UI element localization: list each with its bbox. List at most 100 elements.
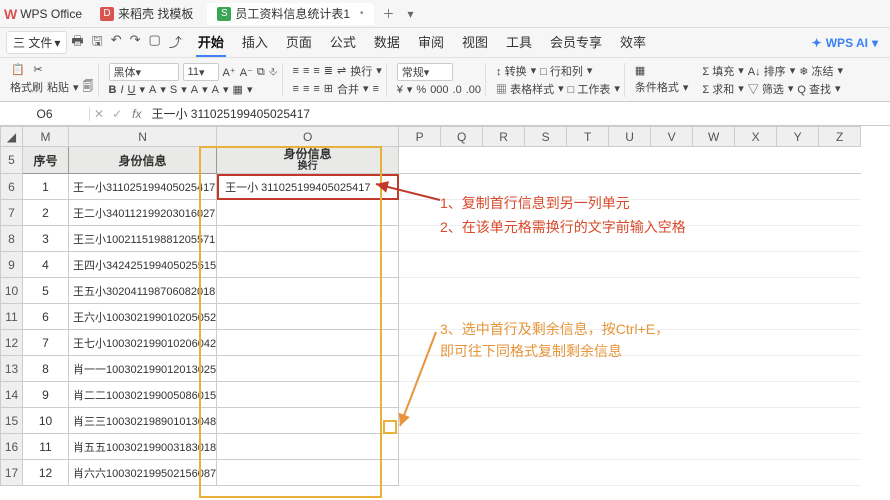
col-header[interactable]: V xyxy=(651,127,693,147)
clear-fmt-button[interactable]: ⧉ xyxy=(257,66,265,79)
tab-page[interactable]: 页面 xyxy=(284,28,314,57)
merge-label[interactable]: 合并 xyxy=(337,81,359,97)
row-header[interactable]: 5 xyxy=(1,147,23,174)
empty-cells[interactable] xyxy=(399,408,861,434)
tab-data[interactable]: 数据 xyxy=(372,28,402,57)
col-header[interactable]: S xyxy=(525,127,567,147)
merge-cells-button[interactable]: ⊞ xyxy=(324,82,333,95)
col-header[interactable]: T xyxy=(567,127,609,147)
col-header[interactable]: Y xyxy=(777,127,819,147)
row-header[interactable]: 9 xyxy=(1,252,23,278)
cond-format-icon[interactable]: ▦ xyxy=(635,64,645,77)
empty-cells[interactable] xyxy=(399,252,861,278)
header-info[interactable]: 身份信息 xyxy=(69,147,217,174)
table-style-button[interactable]: ▦ 表格样式 xyxy=(496,81,554,97)
percent-button[interactable]: % xyxy=(416,84,426,96)
tab-formula[interactable]: 公式 xyxy=(328,28,358,57)
italic-button[interactable]: I xyxy=(120,84,123,96)
cell-seq[interactable]: 1 xyxy=(23,174,69,200)
doc-tab-active[interactable]: S 员工资料信息统计表1 • xyxy=(207,3,373,25)
cell-info[interactable]: 肖六六100302199502156087 xyxy=(69,460,217,486)
tab-review[interactable]: 审阅 xyxy=(416,28,446,57)
redo-icon[interactable]: ↷ xyxy=(130,32,141,54)
orient-button[interactable]: ⇌ xyxy=(337,64,346,77)
align-center-button[interactable]: ≡ xyxy=(303,83,309,95)
number-format-select[interactable]: 常规 ▾ xyxy=(397,63,453,81)
cell-seq[interactable]: 10 xyxy=(23,408,69,434)
freeze-button[interactable]: ❄ 冻结 xyxy=(799,63,833,79)
bold-button[interactable]: B xyxy=(109,84,117,96)
row-header[interactable]: 11 xyxy=(1,304,23,330)
row-header[interactable]: 13 xyxy=(1,356,23,382)
row-header[interactable]: 16 xyxy=(1,434,23,460)
sort-button[interactable]: A↓ 排序 xyxy=(748,63,786,79)
tab-vip[interactable]: 会员专享 xyxy=(548,28,604,57)
row-header[interactable]: 15 xyxy=(1,408,23,434)
font-color-button[interactable]: A xyxy=(149,84,156,96)
print-icon[interactable]: 🖶 xyxy=(71,32,83,54)
name-box[interactable]: O6 xyxy=(0,107,90,121)
border-button[interactable]: ▦ xyxy=(233,83,243,96)
wps-ai-button[interactable]: ✦ WPS AI▾ xyxy=(812,36,878,50)
filter-button[interactable]: ▽ 筛选 xyxy=(748,81,784,97)
shrink-font-button[interactable]: A⁻ xyxy=(240,66,253,79)
cell-info-wrap[interactable] xyxy=(217,408,399,434)
cell-info[interactable]: 王四小342425199405025515 xyxy=(69,252,217,278)
col-header[interactable]: O xyxy=(217,127,399,147)
cell-seq[interactable]: 7 xyxy=(23,330,69,356)
formula-input[interactable]: 王一小 311025199405025417 xyxy=(147,105,890,122)
cell-info[interactable]: 王五小302041198706082018 xyxy=(69,278,217,304)
cell-info[interactable]: 王三小100211519881205571 xyxy=(69,226,217,252)
sum-button[interactable]: Σ 求和 xyxy=(702,81,734,97)
header-seq[interactable]: 序号 xyxy=(23,147,69,174)
cut-icon[interactable]: ✂ xyxy=(30,63,46,76)
wrap-button[interactable]: 换行 xyxy=(350,63,372,79)
row-header[interactable]: 17 xyxy=(1,460,23,486)
cell-info[interactable]: 王一小311025199405025417 xyxy=(69,174,217,200)
tab-insert[interactable]: 插入 xyxy=(240,28,270,57)
align-mid-button[interactable]: ≡ xyxy=(303,65,309,77)
copy-icon[interactable]: 🗐 xyxy=(83,78,94,97)
cell-seq[interactable]: 9 xyxy=(23,382,69,408)
cell-info[interactable]: 王七小100302199010206042 xyxy=(69,330,217,356)
cell-seq[interactable]: 3 xyxy=(23,226,69,252)
cancel-icon[interactable]: ✕ xyxy=(90,107,108,121)
dec-dec-button[interactable]: .00 xyxy=(466,84,481,96)
doc-tab-template[interactable]: D 来稻壳 找模板 xyxy=(90,3,203,25)
empty-cells[interactable] xyxy=(399,147,861,174)
indent-button[interactable]: ≣ xyxy=(324,64,333,77)
underline-button[interactable]: U xyxy=(128,84,136,96)
new-tab-button[interactable]: ＋ xyxy=(378,5,400,22)
rowcol-button[interactable]: □ 行和列 xyxy=(540,63,583,79)
tab-view[interactable]: 视图 xyxy=(460,28,490,57)
dec-inc-button[interactable]: .0 xyxy=(453,84,462,96)
col-header[interactable]: W xyxy=(693,127,735,147)
col-header[interactable]: Z xyxy=(819,127,861,147)
thousand-button[interactable]: 000 xyxy=(430,84,448,96)
cell-info[interactable]: 肖五五100302199003183018 xyxy=(69,434,217,460)
tab-efficiency[interactable]: 效率 xyxy=(618,28,648,57)
row-header[interactable]: 14 xyxy=(1,382,23,408)
cell-seq[interactable]: 11 xyxy=(23,434,69,460)
cell-info-wrap[interactable] xyxy=(217,252,399,278)
cell-info[interactable]: 肖三三100302198901013048 xyxy=(69,408,217,434)
col-header[interactable]: R xyxy=(483,127,525,147)
cell-info[interactable]: 肖二二100302199005086015 xyxy=(69,382,217,408)
cell-info[interactable]: 肖一一100302199012013025 xyxy=(69,356,217,382)
currency-button[interactable]: ¥ xyxy=(397,84,403,96)
cell-seq[interactable]: 8 xyxy=(23,356,69,382)
font-size-select[interactable]: 11 ▾ xyxy=(183,63,219,81)
convert-button[interactable]: ↕ 转换 xyxy=(496,63,527,79)
align-right-button[interactable]: ≡ xyxy=(313,83,319,95)
worksheet-button[interactable]: □ 工作表 xyxy=(568,81,611,97)
save-icon[interactable]: 🖫 xyxy=(92,32,103,54)
find-button[interactable]: Q 查找 xyxy=(797,81,831,97)
phonetic-button[interactable]: ⎀ xyxy=(269,66,278,79)
strike-button[interactable]: S xyxy=(170,84,177,96)
fill-color-button[interactable]: A xyxy=(191,84,198,96)
row-header[interactable]: 12 xyxy=(1,330,23,356)
col-header[interactable]: N xyxy=(69,127,217,147)
font-color2-button[interactable]: A xyxy=(212,84,219,96)
grow-font-button[interactable]: A⁺ xyxy=(223,66,236,79)
cell-seq[interactable]: 12 xyxy=(23,460,69,486)
